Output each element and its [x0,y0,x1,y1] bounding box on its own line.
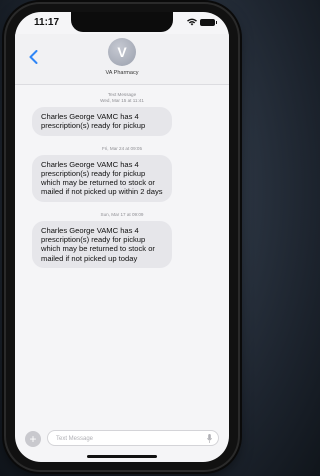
notch [71,12,173,32]
message-thread: Text Message Wed, Mar 15 at 11:41 Charle… [15,92,229,268]
message-input[interactable]: Text Message [47,430,219,446]
timestamp: Fri, Mar 24 at 09:05 [101,145,143,151]
timestamp: Text Message Wed, Mar 15 at 11:41 [100,92,144,103]
status-time: 11:17 [34,17,60,28]
compose-bar: + Text Message [25,430,219,448]
battery-icon [200,18,217,26]
home-indicator[interactable] [87,455,157,458]
contact-avatar[interactable]: V [108,38,136,66]
message-input-placeholder: Text Message [56,436,94,442]
wifi-icon [187,18,197,26]
back-button[interactable] [29,50,38,66]
message-bubble[interactable]: Charles George VAMC has 4 prescription(s… [32,220,172,268]
plus-button[interactable]: + [25,431,41,447]
timestamp: Sun, Mar 17 at 09:09 [100,211,144,217]
message-bubble[interactable]: Charles George VAMC has 4 prescription(s… [32,107,172,136]
conversation-header: V VA Pharmacy [15,34,229,85]
status-icons [187,18,217,26]
microphone-icon[interactable] [207,434,212,443]
screen: 11:17 V VA Pharmacy Text Message Wed, Ma… [15,12,229,462]
phone-frame: 11:17 V VA Pharmacy Text Message Wed, Ma… [6,4,238,470]
message-bubble[interactable]: Charles George VAMC has 4 prescription(s… [32,154,172,202]
chevron-left-icon [29,50,38,64]
avatar-letter: V [117,44,127,60]
contact-name[interactable]: VA Pharmacy [15,70,229,76]
